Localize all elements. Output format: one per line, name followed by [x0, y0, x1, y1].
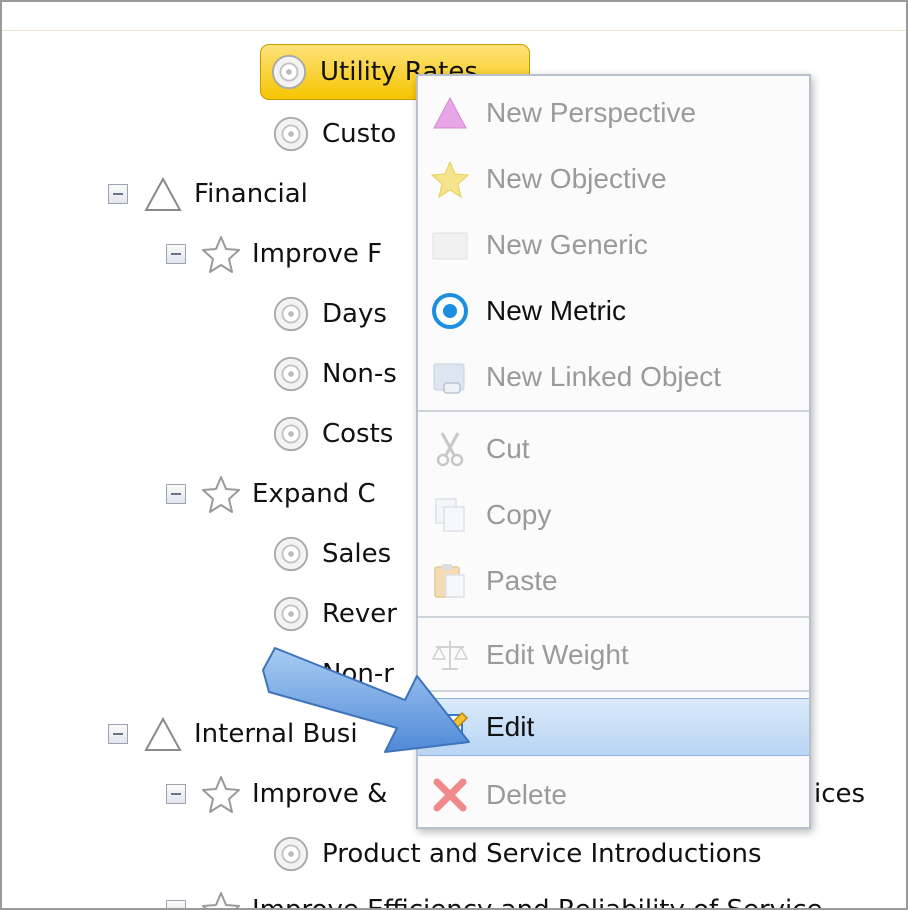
menu-item-label: Copy	[486, 499, 552, 530]
menu-item-new-linked-object[interactable]: New Linked Object	[418, 348, 809, 406]
metric-icon	[272, 415, 310, 453]
tree-node-label-tail: ices	[814, 768, 865, 820]
menu-item-paste[interactable]: Paste	[418, 552, 809, 610]
generic-icon	[428, 223, 472, 267]
menu-item-label: New Metric	[486, 295, 627, 326]
tree-node-label: Product and Service Introductions	[322, 839, 762, 869]
collapse-toggle[interactable]	[166, 244, 186, 264]
tree-node-rever[interactable]: Rever	[272, 588, 397, 640]
menu-item-copy[interactable]: Copy	[418, 486, 809, 544]
metric-icon	[272, 595, 310, 633]
menu-item-delete[interactable]: Delete	[418, 766, 809, 824]
tree-node-label: Non-s	[322, 359, 397, 389]
perspective-icon	[142, 713, 184, 755]
tree-node-expand-c[interactable]: Expand C	[166, 468, 376, 520]
linked-object-icon	[428, 355, 472, 399]
tree-node-label: Improve &	[252, 779, 388, 809]
menu-item-label: Edit Weight	[486, 639, 629, 670]
menu-separator	[418, 616, 809, 618]
objective-star-icon	[200, 233, 242, 275]
collapse-toggle[interactable]	[166, 900, 186, 908]
context-menu: New Perspective New Objective New Generi…	[416, 74, 811, 829]
tree-node-custo[interactable]: Custo	[272, 108, 396, 160]
tree-node-sales[interactable]: Sales	[272, 528, 391, 580]
tree-node-label: Sales	[322, 539, 392, 569]
tree-node-label: Expand C	[252, 479, 376, 509]
menu-separator	[418, 410, 809, 412]
tree-node-improve-f[interactable]: Improve F	[166, 228, 382, 280]
menu-item-new-metric[interactable]: New Metric	[418, 282, 809, 340]
callout-arrow-icon	[262, 647, 470, 753]
menu-item-edit[interactable]: Edit	[418, 698, 809, 756]
tree-node-label: Improve Efficiency and Reliability of Se…	[252, 895, 823, 910]
menu-item-label: Cut	[486, 433, 530, 464]
objective-star-icon	[200, 773, 242, 815]
perspective-icon	[142, 173, 184, 215]
paste-icon	[428, 559, 472, 603]
menu-item-label: New Generic	[486, 229, 648, 260]
tree-node-label: ices	[814, 779, 866, 809]
copy-icon	[428, 493, 472, 537]
tree-node-improve-efficiency[interactable]: Improve Efficiency and Reliability of Se…	[166, 884, 823, 910]
delete-x-icon	[428, 773, 472, 817]
metric-icon	[272, 115, 310, 153]
metric-icon	[270, 53, 308, 91]
tree-node-label: Financial	[194, 179, 308, 209]
tree-node-financial[interactable]: Financial	[108, 168, 308, 220]
menu-separator	[418, 690, 809, 692]
menu-item-edit-weight[interactable]: Edit Weight	[418, 626, 809, 684]
tree-node-label: Custo	[322, 119, 397, 149]
strategy-tree-panel: Utility Rates Custo Financial Improve F …	[0, 0, 908, 910]
tree-node-days[interactable]: Days	[272, 288, 387, 340]
collapse-toggle[interactable]	[108, 184, 128, 204]
tree-node-improve-and[interactable]: Improve &	[166, 768, 387, 820]
objective-star-icon	[200, 473, 242, 515]
collapse-toggle[interactable]	[108, 724, 128, 744]
menu-item-label: Edit	[486, 711, 535, 742]
tree-node-product-service-introductions[interactable]: Product and Service Introductions	[272, 828, 762, 880]
perspective-pink-icon	[428, 91, 472, 135]
panel-top-divider	[2, 30, 906, 31]
menu-item-label: New Perspective	[486, 97, 697, 128]
collapse-toggle[interactable]	[166, 484, 186, 504]
tree-node-non-s[interactable]: Non-s	[272, 348, 397, 400]
tree-node-label: Days	[322, 299, 387, 329]
menu-item-label: Paste	[486, 565, 558, 596]
menu-item-cut[interactable]: Cut	[418, 420, 809, 478]
metric-blue-icon	[428, 289, 472, 333]
menu-item-new-objective[interactable]: New Objective	[418, 150, 809, 208]
tree-node-costs[interactable]: Costs	[272, 408, 393, 460]
scissors-icon	[428, 427, 472, 471]
metric-icon	[272, 535, 310, 573]
tree-node-label: Rever	[322, 599, 397, 629]
tree-node-label: Costs	[322, 419, 394, 449]
menu-item-label: New Objective	[486, 163, 667, 194]
menu-item-new-generic[interactable]: New Generic	[418, 216, 809, 274]
menu-item-label: Delete	[486, 779, 567, 810]
metric-icon	[272, 355, 310, 393]
metric-icon	[272, 835, 310, 873]
menu-item-label: New Linked Object	[486, 361, 722, 392]
metric-icon	[272, 295, 310, 333]
tree-node-label: Improve F	[252, 239, 383, 269]
objective-star-icon	[200, 889, 242, 908]
collapse-toggle[interactable]	[166, 784, 186, 804]
objective-yellow-icon	[428, 157, 472, 201]
menu-item-new-perspective[interactable]: New Perspective	[418, 84, 809, 142]
